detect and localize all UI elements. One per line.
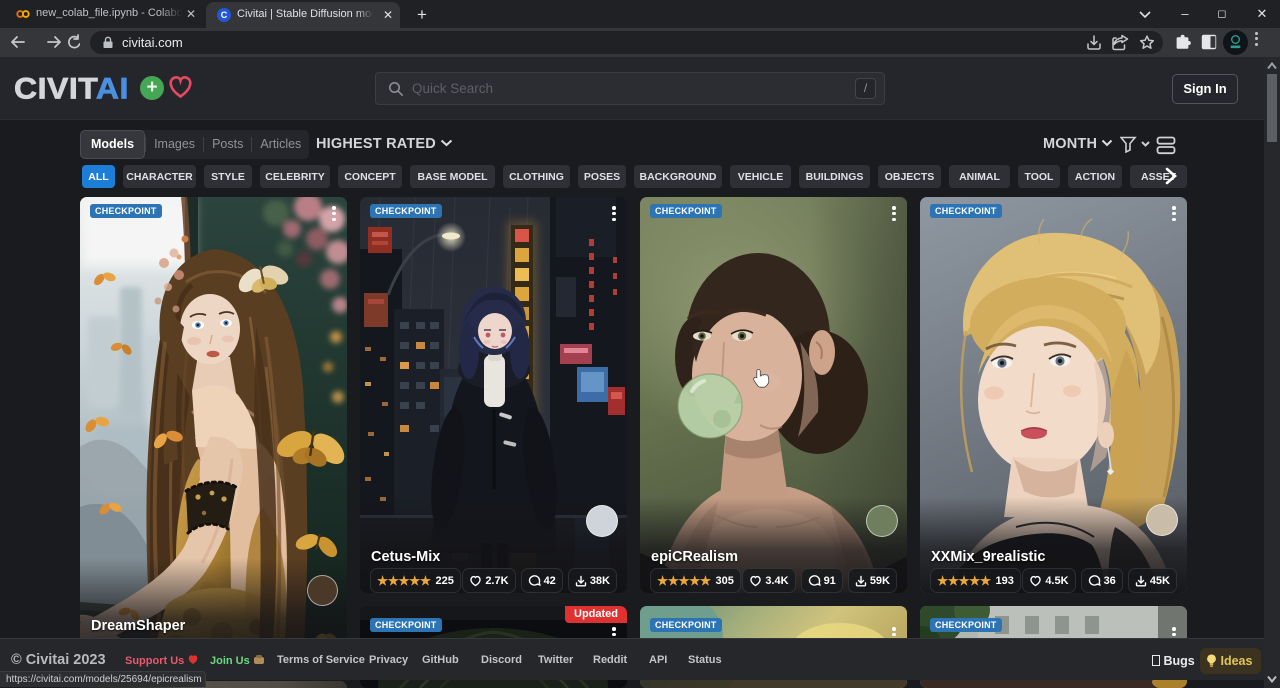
svg-text:C: C [221, 10, 228, 20]
